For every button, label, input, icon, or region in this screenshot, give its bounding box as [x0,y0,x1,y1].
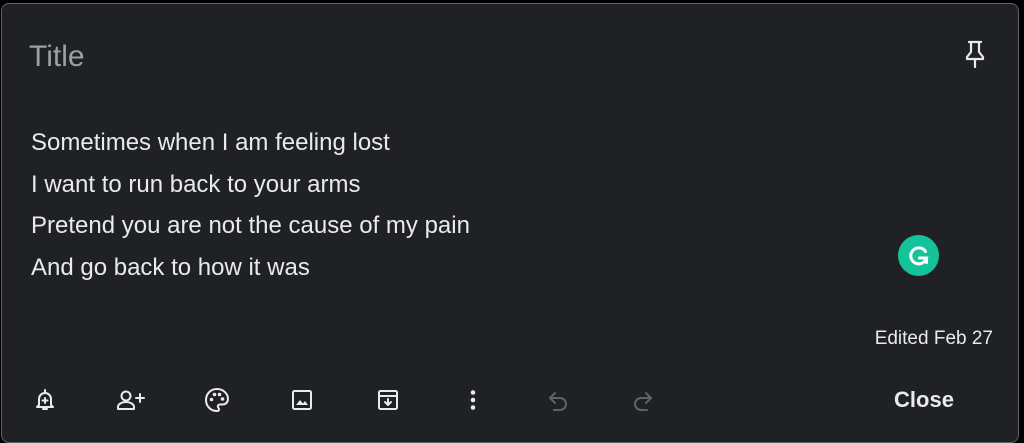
note-line: Sometimes when I am feeling lost [31,129,390,156]
grammarly-icon [908,245,928,265]
note-line: I want to run back to your arms [31,170,361,198]
background-options-icon [204,387,230,413]
add-image-button[interactable] [280,378,324,422]
archive-button[interactable] [366,378,410,422]
edited-timestamp: Edited Feb 27 [874,328,993,349]
undo-icon [549,392,567,411]
pin-icon [965,40,985,69]
more-button[interactable] [451,378,495,422]
title-input[interactable]: Title [29,37,85,77]
more-icon [470,390,476,410]
redo-button[interactable] [621,378,665,422]
collaborator-button[interactable] [109,378,153,422]
note-toolbar [2,378,1018,422]
note-line: Pretend you are not the cause of my pain [31,212,470,239]
collaborator-icon [117,390,145,410]
note-editor: Title Sometimes when I am feeling lost I… [1,3,1019,443]
grammarly-button[interactable] [898,235,939,276]
remind-me-icon [36,389,54,410]
note-line: And go back to how it was [31,253,310,281]
redo-icon [634,392,652,411]
background-options-button[interactable] [195,378,239,422]
pin-button[interactable] [957,36,993,72]
remind-me-button[interactable] [23,378,67,422]
add-image-icon [292,390,312,410]
undo-button[interactable] [536,378,580,422]
close-button[interactable]: Close [874,378,974,422]
archive-icon [378,390,398,410]
note-body[interactable]: Sometimes when I am feeling lost I want … [31,122,891,288]
